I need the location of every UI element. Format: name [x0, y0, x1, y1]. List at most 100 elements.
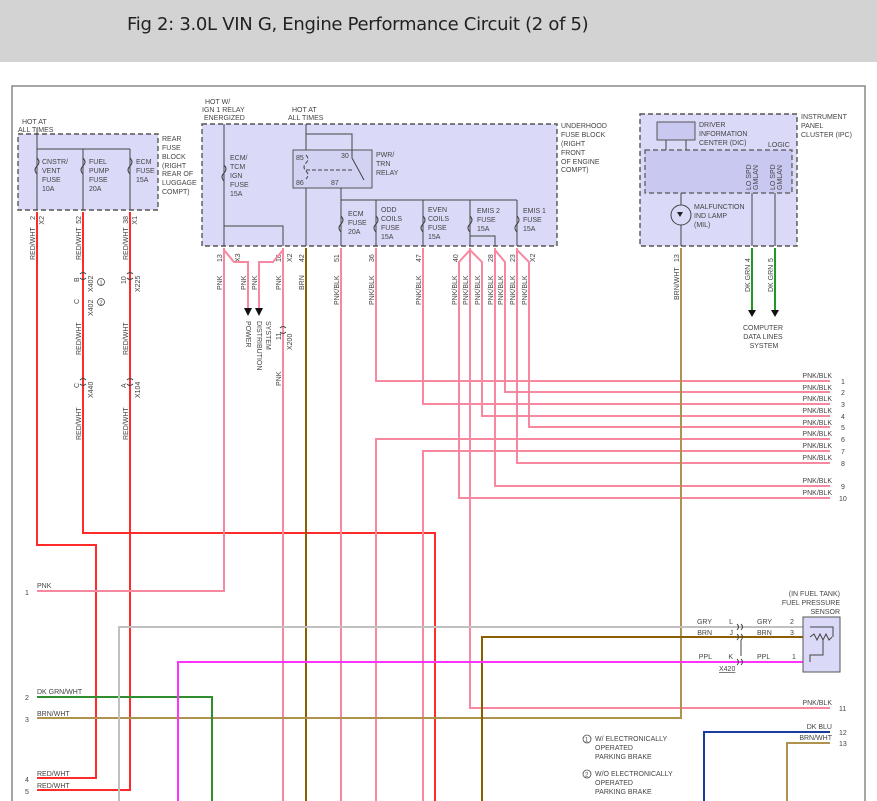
diagram-label: IGN 1 RELAY — [202, 107, 245, 114]
diagram-label: 13 — [217, 254, 224, 262]
diagram-label: 20A — [348, 229, 361, 236]
diagram-label: PNK/BLK — [498, 275, 505, 305]
diagram-label: PNK/BLK — [522, 275, 529, 305]
connector-x402: X402 — [88, 276, 95, 292]
diagram-label: DK BLU — [807, 724, 832, 731]
diagram-label: PARKING BRAKE — [595, 754, 652, 761]
diagram-label: PNK/BLK — [802, 490, 832, 497]
diagram-label: ENERGIZED — [204, 115, 245, 122]
diagram-label: REAR OF — [162, 171, 193, 178]
diagram-label: CLUSTER (IPC) — [801, 132, 852, 139]
diagram-label: LO SPD — [746, 164, 753, 190]
diagram-label: REAR — [162, 136, 181, 143]
arrow-icon — [244, 308, 252, 316]
diagram-label: CENTER (DIC) — [699, 140, 746, 147]
connector-x440: X440 — [88, 382, 95, 398]
fuel-pressure-sensor-wires: GRY BRN PPL L J K X420 GRY BRN PPL 2 3 1 — [118, 619, 830, 801]
diagram-label: (MIL) — [694, 222, 710, 229]
diagram-shape — [802, 616, 841, 673]
diagram-label: 10 — [121, 276, 128, 284]
diagram-label: 10 — [839, 496, 847, 503]
diagram-label: 8 — [841, 461, 845, 468]
diagram-label: 38 — [123, 216, 130, 224]
diagram-label: FUSE — [381, 225, 400, 232]
diagram-label: LO SPD — [770, 164, 777, 190]
diagram-label: 52 — [76, 216, 83, 224]
diagram-label: 4 — [25, 777, 29, 784]
wire-segment — [375, 248, 830, 382]
diagram-label: TCM — [230, 164, 245, 171]
diagram-label: 1 — [841, 379, 845, 386]
diagram-label: FUSE — [477, 217, 496, 224]
diagram-label: 2 — [30, 216, 37, 220]
diagram-label: COILS — [428, 216, 449, 223]
arrow-icon — [771, 310, 779, 317]
wire-segment — [494, 249, 830, 393]
diagram-label: PWR/ — [376, 152, 394, 159]
diagram-label: DATA LINES — [743, 334, 783, 341]
diagram-label: 9 — [841, 484, 845, 491]
diagram-label: ECM/ — [230, 155, 248, 162]
diagram-label: COILS — [381, 216, 402, 223]
diagram-label: PNK — [276, 371, 283, 386]
diagram-label: DK GRN — [745, 265, 752, 292]
diagram-label: 1 — [100, 281, 103, 287]
underhood-fuse-block: HOT W/ IGN 1 RELAY ENERGIZED HOT AT ALL … — [201, 99, 607, 262]
diagram-label: ECM — [136, 159, 152, 166]
diagram-label: BRN — [757, 630, 772, 637]
diagram-label: SYSTEM — [264, 321, 271, 350]
diagram-label: BRN/WHT — [37, 711, 70, 718]
diagram-label: (RIGHT — [561, 141, 586, 148]
diagram-label: ODD — [381, 207, 397, 214]
diagram-label: VENT — [42, 168, 61, 175]
diagram-label: 15A — [477, 226, 490, 233]
diagram-label: IGN — [230, 173, 242, 180]
diagram-label: 11 — [276, 333, 283, 340]
diagram-label: PNK/BLK — [802, 455, 832, 462]
diagram-label: 4 — [745, 258, 752, 262]
brn-wht-wire — [37, 248, 682, 719]
arrow-icon — [748, 310, 756, 317]
diagram-label: FUSE — [42, 177, 61, 184]
diagram-label: 36 — [369, 254, 376, 262]
diagram-label: 15A — [523, 226, 536, 233]
diagram-label: HOT W/ — [205, 99, 230, 106]
diagram-label: RED/WHT — [37, 771, 70, 778]
diagram-label: DK GRN — [768, 265, 775, 292]
diagram-label: 28 — [488, 254, 495, 262]
diagram-label: FUSE — [136, 168, 155, 175]
diagram-label: GRY — [757, 619, 772, 626]
diagram-label: SENSOR — [810, 609, 840, 616]
diagram-label: FUSE BLOCK — [561, 132, 606, 139]
diagram-label: PNK/BLK — [802, 373, 832, 380]
diagram-label: PNK/BLK — [488, 275, 495, 305]
diagram-label: 13 — [674, 254, 681, 262]
diagram-label: 51 — [334, 254, 341, 262]
diagram-label: 30 — [341, 153, 349, 160]
diagram-label: PNK/BLK — [802, 431, 832, 438]
wiring-diagram: HOT AT ALL TIMES REAR FUSE BLOCK (RIGHT … — [11, 85, 866, 801]
diagram-label: PANEL — [801, 123, 824, 130]
left-row-labels: PNK 1 DK GRN/WHT 2 BRN/WHT 3 RED/WHT 4 RED/W… — [25, 583, 83, 796]
diagram-label: X2 — [287, 253, 294, 262]
instrument-panel-cluster: INSTRUMENT PANEL CLUSTER (IPC) DRIVER IN… — [639, 113, 852, 262]
diagram-label: FUEL — [89, 159, 107, 166]
diagram-label: FUSE — [428, 225, 447, 232]
diagram-label: 15A — [428, 234, 441, 241]
diagram-label: PNK — [276, 275, 283, 290]
diagram-label: COMPT) — [561, 167, 589, 174]
diagram-label: PNK — [37, 583, 52, 590]
diagram-label: ALL TIMES — [288, 115, 324, 122]
diagram-label: BRN — [697, 630, 712, 637]
diagram-label: EMIS 1 — [523, 208, 546, 215]
diagram-label: X3 — [235, 253, 242, 262]
diagram-label: 86 — [296, 180, 304, 187]
diagram-label: RED/WHT — [76, 322, 83, 355]
computer-data-lines-label: COMPUTER DATA LINES SYSTEM — [743, 325, 783, 350]
diagram-label: TRN — [376, 161, 390, 168]
diagram-label: PNK — [241, 275, 248, 290]
diagram-label: PNK/BLK — [334, 275, 341, 305]
diagram-label: 13 — [839, 741, 847, 748]
diagram-label: 20A — [89, 186, 102, 193]
diagram-label: OPERATED — [595, 780, 633, 787]
